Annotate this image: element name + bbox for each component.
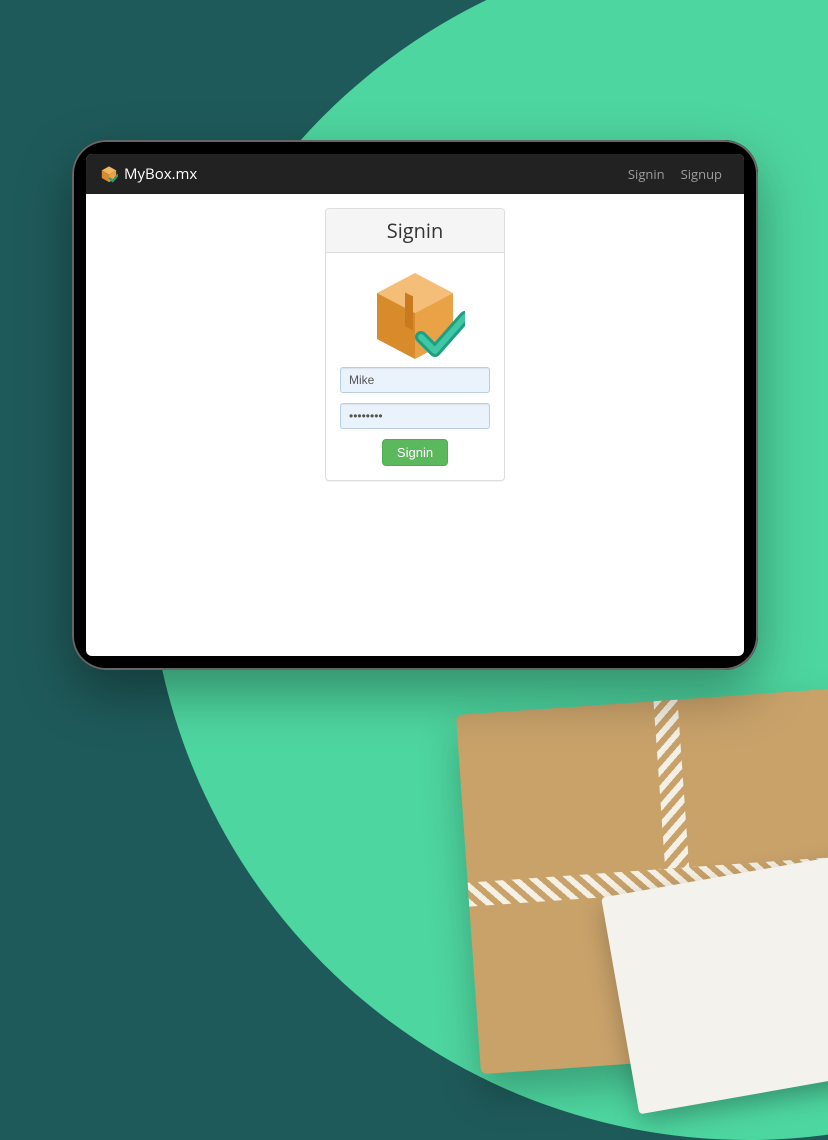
password-input[interactable] <box>340 403 490 429</box>
app-screen: MyBox.mx Signin Signup Signin <box>86 154 744 656</box>
brand-name: MyBox.mx <box>124 164 197 184</box>
tablet-frame: MyBox.mx Signin Signup Signin <box>72 140 758 670</box>
nav-signin-link[interactable]: Signin <box>620 165 673 183</box>
signin-panel: Signin S <box>325 208 505 481</box>
username-input[interactable] <box>340 367 490 393</box>
nav-signup-link[interactable]: Signup <box>673 165 730 183</box>
box-check-icon <box>100 165 118 183</box>
panel-title: Signin <box>326 209 504 253</box>
navbar: MyBox.mx Signin Signup <box>86 154 744 194</box>
signin-button[interactable]: Signin <box>382 439 448 466</box>
box-check-icon <box>365 267 465 357</box>
brand[interactable]: MyBox.mx <box>100 164 197 184</box>
